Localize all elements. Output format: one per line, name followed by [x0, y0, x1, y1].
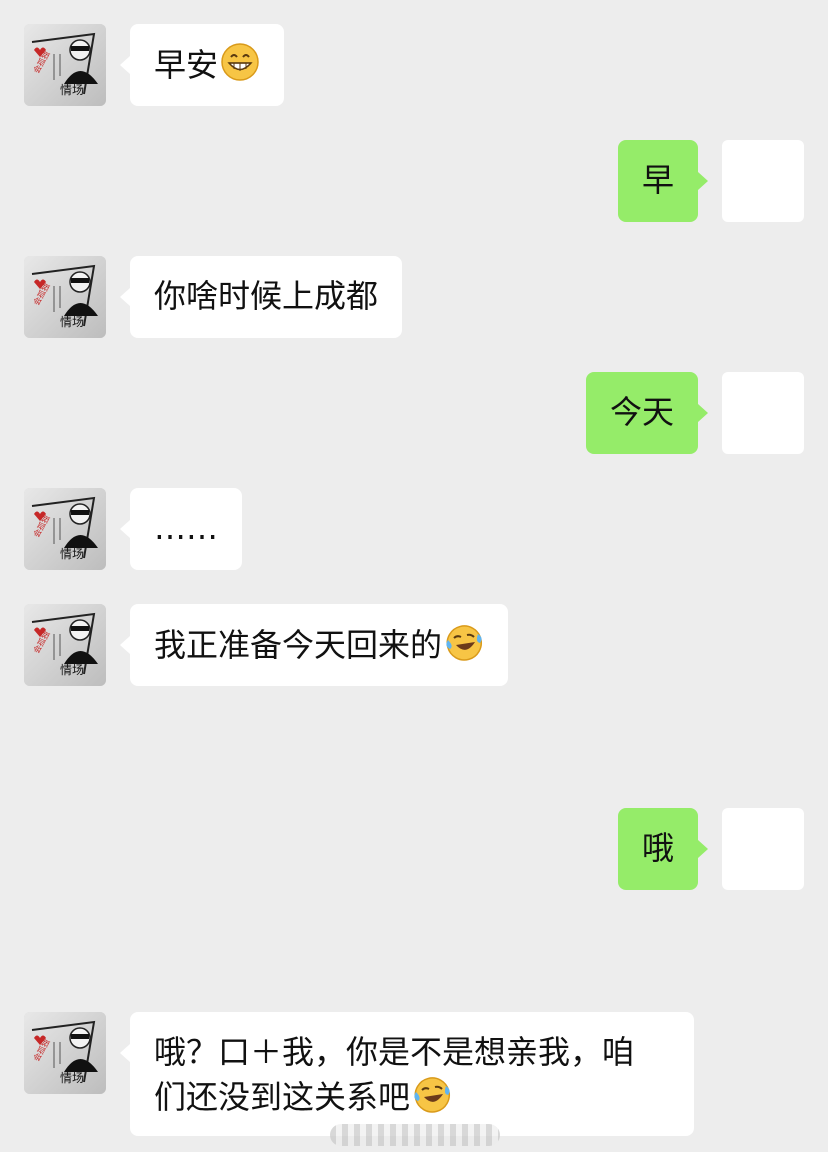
message-text: 早	[641, 161, 674, 199]
outgoing-bubble[interactable]: 早	[617, 140, 709, 222]
outgoing-bubble[interactable]: 哦	[617, 808, 709, 890]
message-text: 哦	[641, 829, 674, 867]
grin-emoji-icon	[220, 42, 260, 82]
self-avatar[interactable]	[722, 372, 804, 454]
tears-of-joy-emoji-icon	[412, 1074, 452, 1114]
incoming-bubble[interactable]: ……	[120, 488, 242, 570]
message-text: ……	[154, 509, 218, 547]
contact-avatar[interactable]	[24, 488, 106, 570]
message-text: 你啥时候上成都	[154, 277, 379, 315]
tears-of-joy-emoji-icon	[444, 622, 484, 662]
contact-avatar[interactable]	[24, 24, 106, 106]
message-text: 早安	[154, 46, 219, 84]
message-text: 今天	[609, 393, 674, 431]
outgoing-bubble[interactable]: 今天	[585, 372, 709, 454]
message-text-line-2: 们还没到这关系吧	[154, 1074, 670, 1119]
contact-avatar[interactable]	[24, 604, 106, 686]
message-text-line-1: 哦？口＋我，你是不是想亲我，咱	[154, 1033, 635, 1071]
incoming-bubble[interactable]: 我正准备今天回来的	[119, 604, 509, 686]
incoming-bubble[interactable]: 哦？口＋我，你是不是想亲我，咱 们还没到这关系吧	[120, 1012, 694, 1136]
contact-avatar[interactable]	[24, 1012, 106, 1094]
message-text: 我正准备今天回来的	[154, 626, 443, 664]
self-avatar[interactable]	[722, 808, 804, 890]
incoming-bubble[interactable]: 早安	[119, 24, 285, 106]
contact-avatar[interactable]	[24, 256, 106, 338]
incoming-bubble[interactable]: 你啥时候上成都	[119, 256, 403, 338]
self-avatar[interactable]	[722, 140, 804, 222]
watermark	[330, 1124, 500, 1146]
message-text: 们还没到这关系吧	[154, 1078, 411, 1116]
